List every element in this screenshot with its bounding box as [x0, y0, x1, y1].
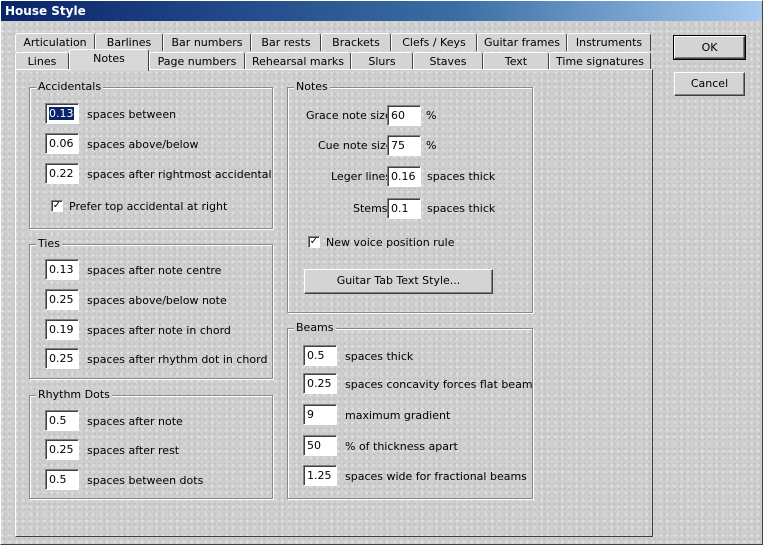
stems-field[interactable]: 0.1	[387, 198, 421, 219]
accidentals-above-below-label: spaces above/below	[87, 138, 199, 151]
beams-gradient-label: maximum gradient	[345, 409, 451, 422]
ties-after-centre-field[interactable]: 0.13	[45, 259, 79, 280]
rhythm-dots-group: Rhythm Dots 0.5 spaces after note 0.25 s…	[29, 388, 273, 499]
grace-note-unit: %	[426, 109, 437, 122]
leger-lines-label: Leger lines	[331, 170, 392, 183]
dots-after-note-field[interactable]: 0.5	[45, 410, 79, 431]
ties-rhythm-dot-label: spaces after rhythm dot in chord	[87, 353, 268, 366]
dots-after-rest-field[interactable]: 0.25	[45, 439, 79, 460]
beams-fractional-label: spaces wide for fractional beams	[345, 470, 527, 483]
tab-bar-numbers[interactable]: Bar numbers	[163, 33, 251, 51]
house-style-dialog: House Style Articulation Barlines Bar nu…	[0, 0, 763, 545]
tab-clefs-keys[interactable]: Clefs / Keys	[391, 33, 477, 51]
rhythm-dots-title: Rhythm Dots	[36, 388, 112, 401]
accidentals-between-label: spaces between	[87, 108, 177, 121]
grace-note-label: Grace note size	[306, 109, 392, 122]
cue-note-label: Cue note size	[318, 139, 393, 152]
dots-after-rest-label: spaces after rest	[87, 444, 180, 457]
tab-guitar-frames[interactable]: Guitar frames	[477, 33, 567, 51]
tab-bar-rests[interactable]: Bar rests	[251, 33, 321, 51]
accidentals-rightmost-label: spaces after rightmost accidental	[87, 168, 272, 181]
tab-time-signatures[interactable]: Time signatures	[549, 52, 651, 70]
stems-unit: spaces thick	[427, 202, 496, 215]
prefer-top-label: Prefer top accidental at right	[69, 200, 228, 213]
beams-title: Beams	[294, 321, 336, 334]
tab-text[interactable]: Text	[483, 52, 549, 70]
accidentals-title: Accidentals	[36, 80, 104, 93]
tab-instruments[interactable]: Instruments	[567, 33, 651, 51]
ties-in-chord-label: spaces after note in chord	[87, 324, 231, 337]
tab-notes[interactable]: Notes	[69, 49, 149, 71]
beams-thick-label: spaces thick	[345, 350, 414, 363]
prefer-top-checkbox[interactable]: ✓	[51, 200, 63, 212]
cue-note-unit: %	[426, 139, 437, 152]
ok-button[interactable]: OK	[673, 35, 746, 60]
tab-rehearsal-marks[interactable]: Rehearsal marks	[245, 52, 351, 70]
stems-label: Stems	[353, 202, 388, 215]
title-bar: House Style	[1, 1, 762, 21]
ties-in-chord-field[interactable]: 0.19	[45, 319, 79, 340]
new-voice-checkbox[interactable]: ✓	[308, 236, 320, 248]
beams-fractional-field[interactable]: 1.25	[303, 465, 337, 486]
beams-apart-label: % of thickness apart	[345, 440, 458, 453]
dots-between-label: spaces between dots	[87, 474, 204, 487]
tab-page-numbers[interactable]: Page numbers	[149, 52, 245, 70]
grace-note-size-field[interactable]: 60	[387, 105, 421, 126]
tab-brackets[interactable]: Brackets	[321, 33, 391, 51]
tab-lines[interactable]: Lines	[15, 52, 69, 70]
guitar-tab-text-style-button[interactable]: Guitar Tab Text Style...	[304, 269, 493, 294]
window-title: House Style	[5, 4, 86, 18]
ties-above-below-field[interactable]: 0.25	[45, 289, 79, 310]
beams-gradient-field[interactable]: 9	[303, 404, 337, 425]
ties-title: Ties	[36, 237, 62, 250]
ties-above-below-label: spaces above/below note	[87, 294, 227, 307]
ties-after-centre-label: spaces after note centre	[87, 264, 222, 277]
ties-group: Ties 0.13 spaces after note centre 0.25 …	[29, 237, 273, 379]
accidentals-between-field[interactable]: 0.13	[45, 103, 79, 124]
notes-group: Notes Grace note size 60 % Cue note size…	[287, 80, 533, 313]
accidentals-above-below-field[interactable]: 0.06	[45, 133, 79, 154]
leger-lines-unit: spaces thick	[427, 170, 496, 183]
cue-note-size-field[interactable]: 75	[387, 135, 421, 156]
leger-lines-field[interactable]: 0.16	[387, 166, 421, 187]
dots-after-note-label: spaces after note	[87, 415, 183, 428]
beams-group: Beams 0.5 spaces thick 0.25 spaces conca…	[287, 321, 533, 499]
tab-slurs[interactable]: Slurs	[351, 52, 413, 70]
ties-rhythm-dot-field[interactable]: 0.25	[45, 348, 79, 369]
dots-between-field[interactable]: 0.5	[45, 469, 79, 490]
cancel-button[interactable]: Cancel	[674, 72, 745, 96]
beams-apart-field[interactable]: 50	[303, 435, 337, 456]
beams-concavity-label: spaces concavity forces flat beam	[345, 378, 533, 391]
beams-concavity-field[interactable]: 0.25	[303, 373, 337, 394]
notes-title: Notes	[294, 80, 330, 93]
accidentals-rightmost-field[interactable]: 0.22	[45, 163, 79, 184]
tab-staves[interactable]: Staves	[413, 52, 483, 70]
new-voice-label: New voice position rule	[326, 236, 455, 249]
accidentals-group: Accidentals 0.13 spaces between 0.06 spa…	[29, 80, 273, 229]
beams-thick-field[interactable]: 0.5	[303, 345, 337, 366]
